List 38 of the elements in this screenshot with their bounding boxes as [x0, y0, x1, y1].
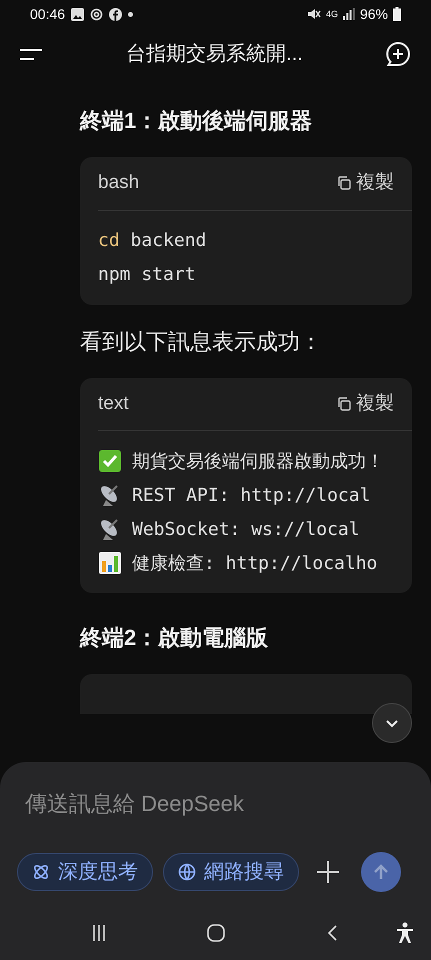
code-language: text [98, 392, 129, 416]
copy-button[interactable]: 複製 [336, 390, 394, 418]
section-heading: 終端1：啟動後端伺服器 [80, 107, 314, 135]
battery-icon [393, 7, 401, 21]
globe-icon [178, 863, 196, 881]
home-button[interactable] [206, 922, 226, 942]
code-text: WebSocket: ws://local [132, 518, 360, 540]
code-text: 期貨交易後端伺服器啟動成功！ [132, 450, 384, 472]
chat-title: 台指期交易系統開... [126, 42, 303, 67]
gallery-icon [71, 8, 84, 20]
check-icon [98, 449, 122, 473]
toggle-chip[interactable]: 網路搜尋 [163, 853, 299, 891]
atom-icon [32, 863, 50, 881]
copy-icon [336, 175, 352, 192]
clock: 00:46 [30, 4, 66, 24]
copy-icon [336, 396, 352, 412]
new-chat-button[interactable] [384, 41, 411, 67]
code-language: bash [98, 171, 140, 195]
copy-button[interactable]: 複製 [336, 169, 394, 198]
code-text: npm start [98, 264, 196, 285]
code-text: REST API: http://local [132, 484, 370, 506]
mute-icon [306, 8, 321, 20]
accessibility-button[interactable] [395, 922, 415, 944]
paragraph: 看到以下訊息表示成功： [80, 328, 323, 356]
message-field[interactable]: 傳送訊息給 DeepSeek [25, 784, 406, 824]
send-button[interactable] [361, 852, 401, 892]
battery-level: 96% [360, 4, 388, 24]
social-app-icon [109, 8, 122, 20]
notification-dot-icon [128, 12, 134, 16]
scroll-down-button[interactable] [372, 703, 412, 743]
code-keyword: cd [98, 230, 120, 251]
bar-chart-icon [98, 551, 122, 575]
signal-icon [342, 8, 355, 20]
code-text: backend [130, 230, 206, 251]
network-label: 4G [326, 10, 338, 18]
section-heading: 終端2：啟動電腦版 [80, 624, 270, 652]
toggle-chip[interactable]: 深度思考 [17, 853, 153, 891]
code-text: 健康檢查: http://localho [132, 552, 378, 574]
